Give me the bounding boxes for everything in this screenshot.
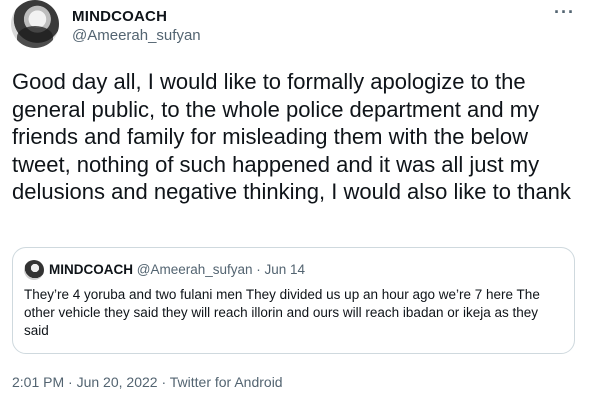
quoted-header: MINDCOACH @Ameerah_sufyan · Jun 14 <box>49 262 305 277</box>
author-name[interactable]: MINDCOACH <box>72 8 167 25</box>
tweet: MINDCOACH @Ameerah_sufyan ··· Good day a… <box>0 0 597 410</box>
quoted-tweet[interactable]: MINDCOACH @Ameerah_sufyan · Jun 14 They’… <box>12 247 575 354</box>
quoted-tweet-text: They’re 4 yoruba and two fulani men They… <box>24 287 540 338</box>
quoted-author-avatar <box>24 260 44 280</box>
more-options-icon[interactable]: ··· <box>554 2 575 23</box>
tweet-time-link[interactable]: 2:01 PM <box>12 374 64 390</box>
quoted-author-meta: @Ameerah_sufyan · Jun 14 <box>136 262 306 277</box>
footer-separator: · <box>64 374 77 390</box>
tweet-source-link[interactable]: Twitter for Android <box>170 374 283 390</box>
tweet-footer: 2:01 PM · Jun 20, 2022 · Twitter for And… <box>12 374 283 390</box>
quoted-author-name: MINDCOACH <box>49 262 133 277</box>
footer-separator: · <box>157 374 170 390</box>
author-avatar[interactable] <box>11 0 59 48</box>
author-handle[interactable]: @Ameerah_sufyan <box>72 27 201 44</box>
tweet-text: Good day all, I would like to formally a… <box>12 69 571 204</box>
tweet-date-link[interactable]: Jun 20, 2022 <box>77 374 158 390</box>
